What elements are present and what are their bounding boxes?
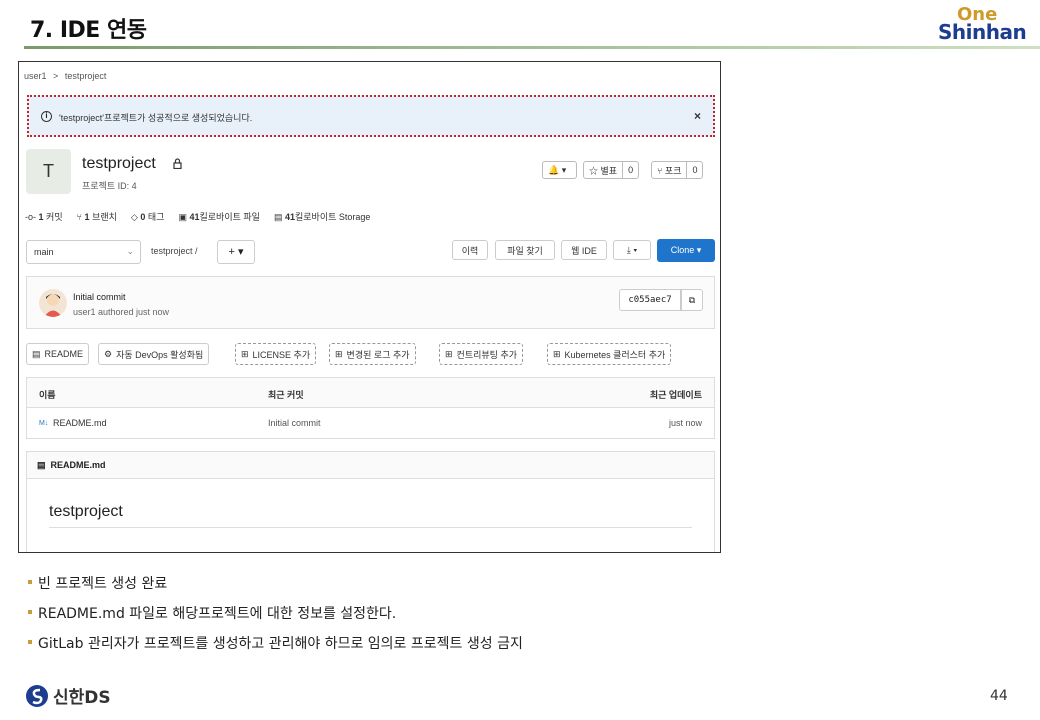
document-icon: ▤ bbox=[37, 459, 46, 470]
web-ide-button[interactable]: 웹 IDE bbox=[561, 240, 607, 260]
readme-header: ▤ README.md bbox=[27, 452, 714, 479]
stat-files[interactable]: ▣ 41킬로바이트 파일 bbox=[178, 210, 260, 223]
column-last-update: 최근 업데이트 bbox=[649, 390, 702, 400]
add-changelog-button[interactable]: ⊞ 변경된 로그 추가 bbox=[329, 343, 416, 365]
file-name[interactable]: README.md bbox=[53, 418, 107, 428]
add-file-dropdown[interactable]: + ▾ bbox=[217, 240, 255, 264]
alert-message: 'testproject'프로젝트가 성공적으로 생성되었습니다. bbox=[59, 113, 253, 123]
storage-icon: ▤ bbox=[273, 212, 283, 222]
add-contributing-button[interactable]: ⊞ 컨트리뷰팅 추가 bbox=[439, 343, 524, 365]
file-updated: just now bbox=[668, 418, 702, 428]
breadcrumb-project[interactable]: testproject bbox=[65, 71, 107, 81]
column-name: 이름 bbox=[39, 390, 56, 400]
branch-name: main bbox=[34, 247, 54, 257]
readme-panel: ▤ README.md testproject bbox=[26, 451, 715, 552]
markdown-icon: M↓ bbox=[39, 420, 49, 427]
breadcrumb-user[interactable]: user1 bbox=[24, 71, 47, 81]
plus-box-icon: ⊞ bbox=[445, 348, 453, 359]
note-item: README.md 파일로 해당프로젝트에 대한 정보를 설정한다. bbox=[28, 603, 523, 623]
readme-filename[interactable]: README.md bbox=[51, 460, 106, 470]
commit-author: user1 authored just now bbox=[73, 307, 170, 317]
close-icon[interactable]: × bbox=[694, 109, 701, 123]
table-row[interactable]: M↓ README.md Initial commit just now bbox=[27, 408, 714, 438]
last-commit-panel: Initial commit user1 authored just now c… bbox=[26, 276, 715, 329]
readme-heading: testproject bbox=[49, 503, 123, 520]
readme-divider bbox=[49, 527, 692, 528]
footer-logo: 신한DS bbox=[25, 683, 111, 708]
success-alert: i 'testproject'프로젝트가 성공적으로 생성되었습니다. × bbox=[27, 95, 715, 137]
bell-icon: 🔔 ▾ bbox=[548, 164, 567, 175]
plus-box-icon: ⊞ bbox=[553, 348, 561, 359]
stat-storage[interactable]: ▤ 41킬로바이트 Storage bbox=[274, 210, 370, 223]
note-item: 빈 프로젝트 생성 완료 bbox=[28, 573, 523, 593]
stat-tags[interactable]: ◇ 0 태그 bbox=[131, 210, 165, 223]
clone-button[interactable]: Clone ▾ bbox=[657, 239, 715, 262]
stat-branches[interactable]: ⑂ 1 브랜치 bbox=[77, 210, 117, 223]
commit-icon: -o- bbox=[25, 212, 36, 222]
fork-button[interactable]: ⑂ 포크 0 bbox=[651, 161, 704, 179]
stat-commits[interactable]: -o- 1 커밋 bbox=[25, 210, 63, 223]
column-last-commit: 최근 커밋 bbox=[268, 390, 304, 400]
file-commit[interactable]: Initial commit bbox=[268, 418, 321, 428]
commit-sha[interactable]: c055aec7 bbox=[619, 289, 681, 311]
project-stats: -o- 1 커밋 ⑂ 1 브랜치 ◇ 0 태그 ▣ 41킬로바이트 파일 ▤ 4… bbox=[25, 210, 370, 223]
gear-icon: ⚙ bbox=[104, 348, 113, 359]
footer-logo-text: 신한DS bbox=[53, 688, 111, 708]
slide-title: 7. IDE 연동 bbox=[30, 18, 147, 43]
tag-icon: ◇ bbox=[130, 212, 138, 222]
add-license-button[interactable]: ⊞ LICENSE 추가 bbox=[235, 343, 317, 365]
document-icon: ▤ bbox=[32, 348, 41, 359]
shinhan-logo-icon bbox=[26, 684, 48, 707]
breadcrumb-separator: > bbox=[53, 71, 59, 81]
note-item: GitLab 관리자가 프로젝트를 생성하고 관리해야 하므로 임의로 프로젝트… bbox=[28, 633, 523, 653]
logo-shinhan-text: Shinhan bbox=[938, 20, 1027, 44]
plus-box-icon: ⊞ bbox=[335, 348, 343, 359]
lock-icon bbox=[173, 158, 182, 169]
repo-path: testproject / bbox=[151, 246, 198, 256]
branch-select[interactable]: main ⌄ bbox=[26, 240, 141, 264]
copy-icon[interactable]: ⧉ bbox=[681, 289, 703, 311]
info-icon: i bbox=[41, 111, 52, 122]
download-button[interactable]: ⤓ ▾ bbox=[613, 240, 651, 260]
table-header: 이름 최근 커밋 최근 업데이트 bbox=[27, 378, 714, 408]
star-button[interactable]: ☆ 별표 0 bbox=[583, 161, 640, 179]
project-id: 프로젝트 ID: 4 bbox=[82, 181, 137, 191]
auto-devops-button[interactable]: ⚙ 자동 DevOps 활성화됨 bbox=[98, 343, 210, 365]
notification-button[interactable]: 🔔 ▾ bbox=[542, 161, 577, 179]
history-button[interactable]: 이력 bbox=[452, 240, 488, 260]
project-name: testproject bbox=[82, 155, 156, 172]
title-divider bbox=[24, 46, 1040, 49]
star-label: ☆ 별표 bbox=[584, 162, 624, 178]
add-kubernetes-button[interactable]: ⊞ Kubernetes 클러스터 추가 bbox=[547, 343, 672, 365]
notes-list: 빈 프로젝트 생성 완료 README.md 파일로 해당프로젝트에 대한 정보… bbox=[28, 573, 523, 663]
find-file-button[interactable]: 파일 찾기 bbox=[495, 240, 555, 260]
readme-button[interactable]: ▤ README bbox=[26, 343, 90, 365]
branch-icon: ⑂ bbox=[76, 212, 83, 222]
page-number: 44 bbox=[990, 688, 1008, 704]
star-count: 0 bbox=[628, 165, 634, 175]
fork-count: 0 bbox=[692, 165, 698, 175]
project-avatar: T bbox=[26, 149, 71, 194]
fork-label: ⑂ 포크 bbox=[652, 162, 688, 178]
chevron-down-icon: ⌄ bbox=[126, 246, 134, 256]
file-table: 이름 최근 커밋 최근 업데이트 M↓ README.md Initial co… bbox=[26, 377, 715, 439]
plus-box-icon: ⊞ bbox=[241, 348, 249, 359]
avatar bbox=[39, 289, 67, 317]
commit-title[interactable]: Initial commit bbox=[73, 292, 126, 302]
file-icon: ▣ bbox=[178, 212, 187, 222]
breadcrumb: user1 > testproject bbox=[24, 71, 110, 81]
gitlab-screenshot: user1 > testproject i 'testproject'프로젝트가… bbox=[18, 61, 721, 553]
